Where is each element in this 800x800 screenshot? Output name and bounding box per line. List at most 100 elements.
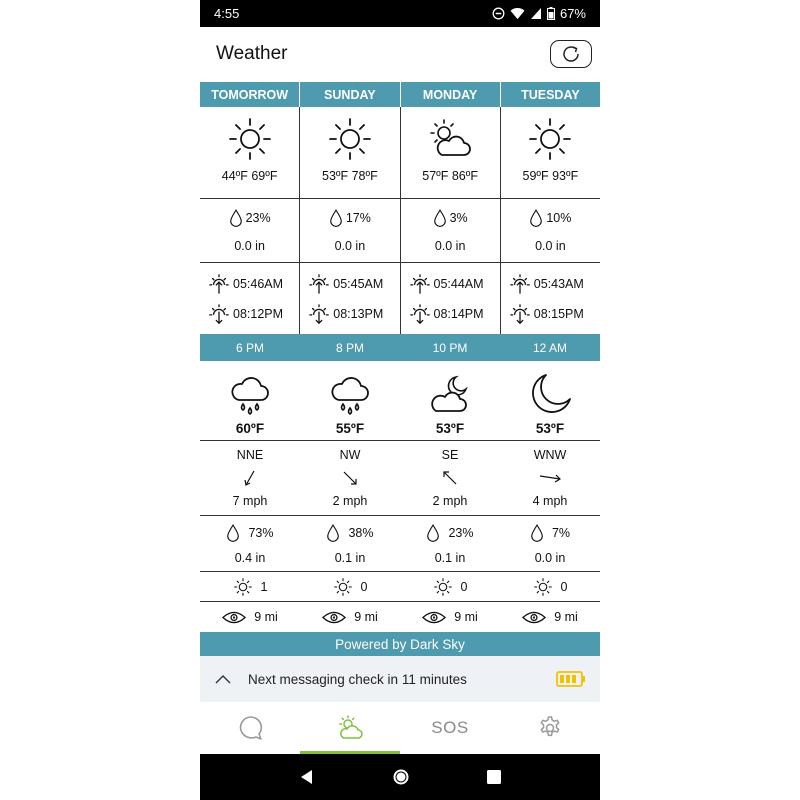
powered-by-link[interactable]: Powered by Dark Sky — [200, 632, 600, 656]
raindrop-icon — [326, 523, 340, 543]
hour-label: 12 AM — [532, 340, 568, 355]
recent-apps-icon[interactable] — [487, 770, 502, 784]
eye-icon — [422, 610, 446, 625]
sunset-time: 08:13PM — [333, 306, 384, 321]
day-label: MONDAY — [401, 82, 501, 107]
battery-percent: 67% — [559, 6, 586, 21]
sunset-time: 08:14PM — [433, 306, 484, 321]
eye-icon — [222, 610, 246, 625]
hourly-wind-row: NNE 7 mph NW 2 mph SE 2 mph WNW 4 mph — [200, 441, 600, 516]
raindrop-icon — [433, 208, 447, 228]
rain-icon — [226, 369, 274, 419]
hour-temp: 60ºF — [235, 421, 265, 436]
uv-index: 1 — [260, 579, 268, 594]
precip-amount: 0.0 in — [234, 239, 265, 253]
sun-icon — [326, 115, 374, 163]
nav-sos-button[interactable]: SOS — [400, 702, 500, 754]
day-temps: 53ºF 78ºF — [322, 169, 378, 183]
messaging-status-text: Next messaging check in 11 minutes — [248, 671, 467, 687]
precip-chance: 10% — [546, 211, 572, 225]
wind-speed: 4 mph — [532, 494, 568, 508]
day-column: 53ºF 78ºF 17% 0.0 in 05:45AM 08:13PM — [300, 107, 401, 334]
moon-icon — [526, 371, 574, 419]
nav-settings-button[interactable] — [500, 702, 600, 754]
refresh-button[interactable] — [550, 40, 592, 68]
precip-amount: 0.0 in — [334, 239, 366, 253]
precip-chance: 17% — [345, 211, 371, 225]
sunrise-icon — [208, 273, 230, 295]
wind-direction: NNE — [236, 448, 264, 462]
precip-amount: 0.0 in — [434, 239, 466, 253]
sunrise-time: 05:45AM — [333, 276, 384, 291]
day-column: 44ºF 69ºF 23% 0.0 in 05:46AM 08:12PM — [200, 107, 301, 334]
uv-index-icon — [533, 577, 553, 597]
sunrise-time: 05:44AM — [433, 276, 484, 291]
eye-icon — [322, 610, 346, 625]
precip-chance: 38% — [348, 525, 374, 540]
app-header: Weather — [200, 27, 600, 81]
wind-direction: NW — [339, 448, 361, 462]
sunset-icon — [208, 303, 230, 325]
hourly-conditions-row: 60ºF 55ºF 53ºF 53ºF — [200, 361, 600, 441]
partly-cloudy-night-icon — [426, 371, 474, 419]
nav-messages-button[interactable] — [200, 702, 300, 754]
back-icon[interactable] — [299, 769, 315, 785]
cell-signal-icon — [530, 8, 541, 19]
day-temps: 57ºF 86ºF — [422, 169, 478, 183]
uv-index-icon — [333, 577, 353, 597]
hour-temp: 55ºF — [335, 421, 365, 436]
day-temps: 44ºF 69ºF — [221, 169, 278, 183]
sun-icon — [226, 115, 274, 163]
visibility: 9 mi — [454, 610, 478, 624]
wind-direction: WNW — [533, 448, 567, 462]
precip-amount: 0.1 in — [434, 550, 466, 565]
hour-temp: 53ºF — [435, 421, 465, 436]
day-column: 59ºF 93ºF 10% 0.0 in 05:43AM 08:15PM — [500, 107, 600, 334]
raindrop-icon — [529, 208, 543, 228]
precip-chance: 7% — [551, 525, 571, 540]
home-icon[interactable] — [392, 768, 410, 786]
precip-chance: 3% — [449, 211, 468, 225]
day-column: 57ºF 86ºF 3% 0.0 in 05:44AM 08:14PM — [400, 107, 501, 334]
sunset-icon — [409, 303, 431, 325]
do-not-disturb-icon — [492, 7, 505, 20]
sunset-icon — [308, 303, 330, 325]
chevron-up-icon[interactable] — [214, 673, 232, 685]
uv-index-icon — [433, 577, 453, 597]
hour-label: 6 PM — [235, 340, 264, 355]
wind-speed: 2 mph — [332, 494, 368, 508]
gear-icon — [540, 716, 560, 737]
sunrise-icon — [409, 273, 431, 295]
raindrop-icon — [226, 523, 240, 543]
wind-arrow-icon — [244, 470, 255, 486]
uv-index: 0 — [460, 579, 468, 594]
chat-bubble-icon — [239, 716, 263, 740]
sun-icon — [526, 115, 574, 163]
hourly-forecast-grid: 60ºF 55ºF 53ºF 53ºF NNE 7 mph NW 2 mph S… — [200, 361, 600, 632]
status-bar: 4:55 67% — [200, 0, 600, 27]
sunrise-icon — [308, 273, 330, 295]
uv-index: 0 — [560, 579, 568, 594]
raindrop-icon — [426, 523, 440, 543]
wind-speed: 7 mph — [232, 494, 268, 508]
refresh-icon — [563, 46, 579, 62]
battery-icon — [546, 7, 555, 20]
nav-weather-button[interactable] — [300, 702, 400, 754]
hour-label: 10 PM — [432, 340, 468, 355]
precip-amount: 0.4 in — [234, 550, 266, 565]
sunrise-icon — [509, 273, 531, 295]
hourly-forecast-header: 6 PM 8 PM 10 PM 12 AM — [200, 334, 600, 361]
bottom-navigation: SOS — [200, 702, 600, 754]
android-navigation-bar — [200, 754, 600, 800]
raindrop-icon — [229, 208, 243, 228]
precip-amount: 0.0 in — [535, 239, 566, 253]
page-title: Weather — [216, 43, 288, 64]
sunset-time: 08:15PM — [533, 306, 584, 321]
messaging-status-bar[interactable]: Next messaging check in 11 minutes — [200, 656, 600, 702]
hourly-uv-row: 1 0 0 0 — [200, 572, 600, 602]
visibility: 9 mi — [354, 610, 378, 624]
visibility: 9 mi — [254, 610, 278, 624]
sunset-icon — [509, 303, 531, 325]
hour-label: 8 PM — [335, 340, 364, 355]
phone-screen: 4:55 67% Weather TOMORROW SUNDAY MONDAY … — [200, 0, 600, 800]
